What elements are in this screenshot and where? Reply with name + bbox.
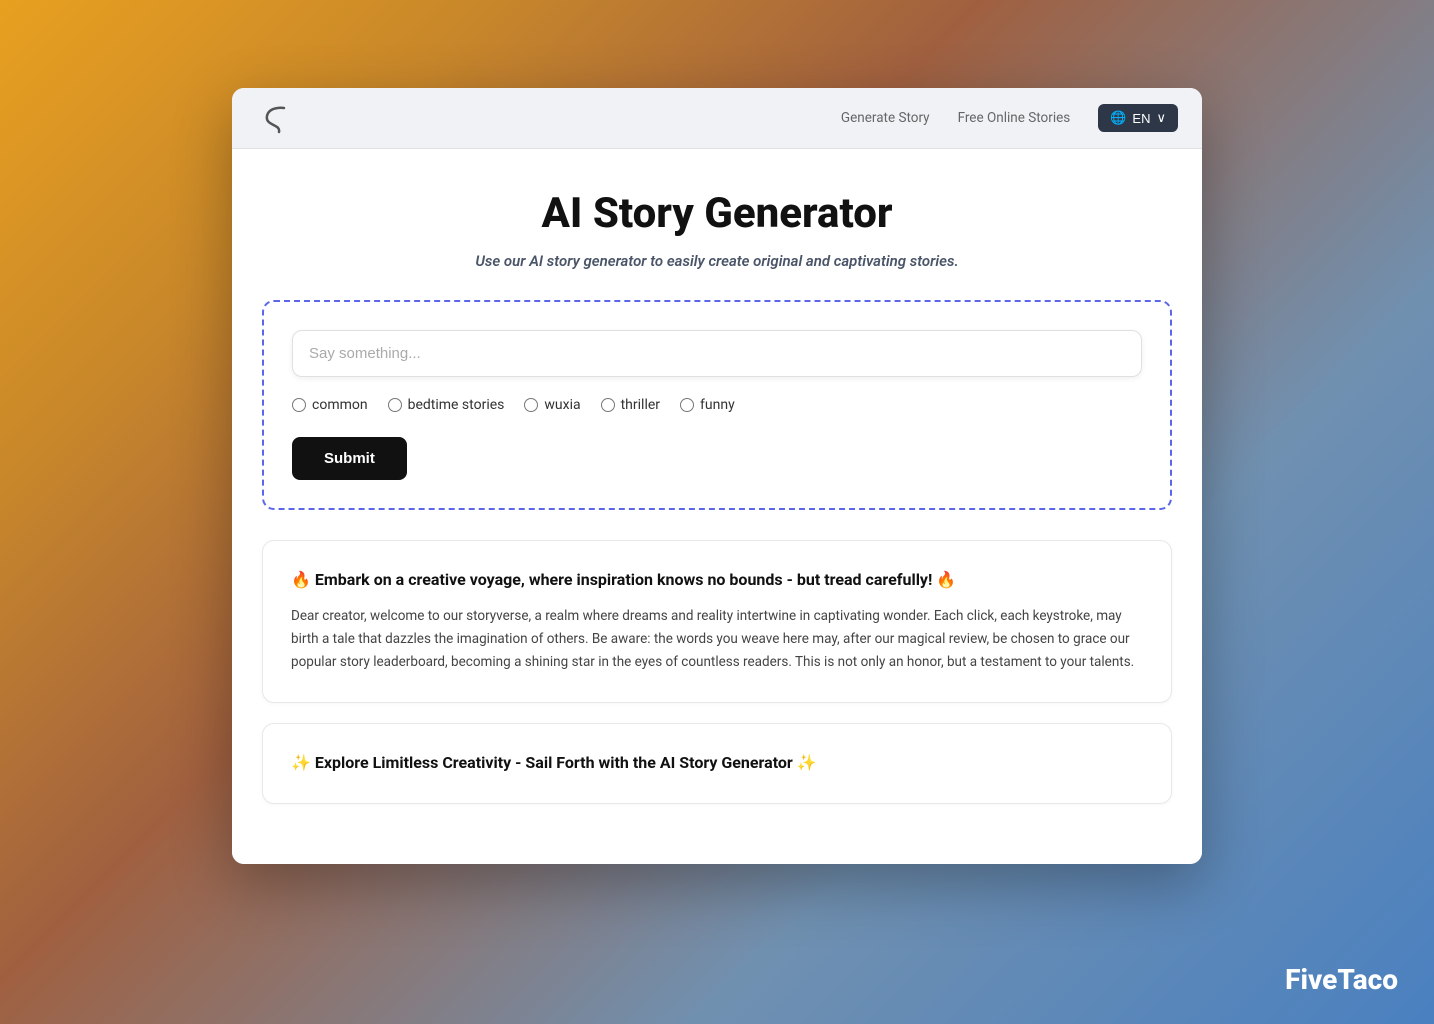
nav-generate-story[interactable]: Generate Story [841,110,930,126]
genre-wuxia-label: wuxia [544,397,580,413]
genre-bedtime-label: bedtime stories [408,397,505,413]
nav-bar: Generate Story Free Online Stories 🌐 EN … [232,88,1202,149]
page-subtitle: Use our AI story generator to easily cre… [262,252,1172,270]
nav-free-stories[interactable]: Free Online Stories [958,110,1071,126]
genre-bedtime[interactable]: bedtime stories [388,397,505,413]
info-card-1-title: 🔥 Embark on a creative voyage, where ins… [291,569,1143,591]
info-card-2: ✨ Explore Limitless Creativity - Sail Fo… [262,723,1172,803]
nav-links: Generate Story Free Online Stories 🌐 EN … [841,104,1178,132]
genre-funny-label: funny [700,397,735,413]
brand-label: FiveTaco [1285,963,1398,996]
radio-wuxia[interactable] [524,398,538,412]
radio-funny[interactable] [680,398,694,412]
form-box: common bedtime stories wuxia thriller fu… [262,300,1172,510]
radio-bedtime[interactable] [388,398,402,412]
logo-icon [256,100,292,136]
genre-wuxia[interactable]: wuxia [524,397,580,413]
genre-common[interactable]: common [292,397,368,413]
genre-thriller-label: thriller [621,397,660,413]
genre-funny[interactable]: funny [680,397,735,413]
radio-thriller[interactable] [601,398,615,412]
radio-group: common bedtime stories wuxia thriller fu… [292,397,1142,413]
chevron-down-icon: ∨ [1156,110,1166,126]
lang-button[interactable]: 🌐 EN ∨ [1098,104,1178,132]
submit-button[interactable]: Submit [292,437,407,480]
lang-label: EN [1132,111,1150,126]
info-card-1: 🔥 Embark on a creative voyage, where ins… [262,540,1172,703]
footer-brand: FiveTaco [1285,963,1398,996]
story-input[interactable] [292,330,1142,377]
browser-window: Generate Story Free Online Stories 🌐 EN … [232,88,1202,864]
page-title: AI Story Generator [262,189,1172,238]
radio-common[interactable] [292,398,306,412]
info-card-2-title: ✨ Explore Limitless Creativity - Sail Fo… [291,752,1143,774]
info-card-1-body: Dear creator, welcome to our storyverse,… [291,605,1143,674]
logo [256,100,292,136]
genre-thriller[interactable]: thriller [601,397,660,413]
main-content: AI Story Generator Use our AI story gene… [232,149,1202,864]
lang-globe-icon: 🌐 [1110,110,1126,126]
genre-common-label: common [312,397,368,413]
